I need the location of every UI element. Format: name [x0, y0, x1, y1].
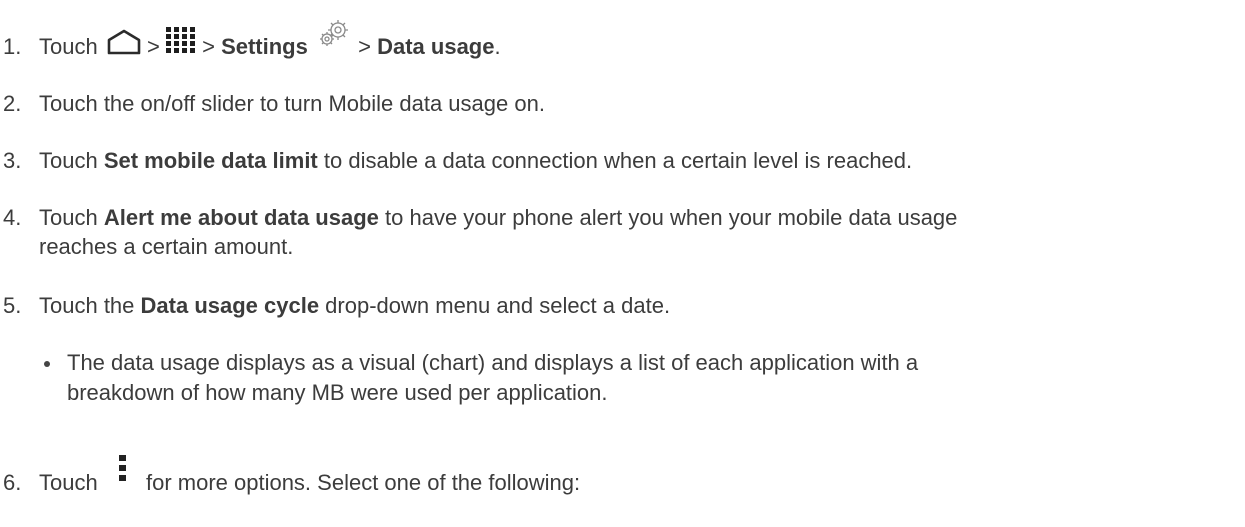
- step-4-line2: reaches a certain amount.: [39, 234, 294, 259]
- settings-label: Settings: [221, 34, 308, 59]
- step-1-sep2: >: [202, 34, 215, 59]
- step-number: 1.: [3, 34, 22, 59]
- alert-me-label: Alert me about data usage: [103, 205, 379, 230]
- overflow-menu-icon: [118, 453, 128, 490]
- step-4-post: to have your phone alert you when your m…: [378, 205, 958, 230]
- step-5-pre: Touch the: [39, 293, 141, 318]
- step-3-post: to disable a data connection when a cert…: [317, 148, 913, 173]
- home-icon: [107, 29, 141, 62]
- step-1-sep1: >: [146, 34, 160, 59]
- step-number: 5.: [3, 293, 22, 318]
- step-6-post: for more options. Select one of the foll…: [145, 470, 581, 495]
- step-5-post: drop-down menu and select a date.: [319, 293, 671, 318]
- bullet-line1: The data usage displays as a visual (cha…: [67, 350, 919, 375]
- step-text: Touch Alert me about data usage to have …: [39, 204, 957, 232]
- data-usage-cycle-label: Data usage cycle: [140, 293, 320, 318]
- step-3-pre: Touch: [39, 148, 104, 173]
- step-text: Touch Set mobile data limit to disable a…: [39, 147, 912, 175]
- step-1-sep3: >: [358, 34, 371, 59]
- bullet-dot-icon: [44, 361, 50, 367]
- step-text: Touch the Data usage cycle drop-down men…: [39, 292, 670, 320]
- step-text: Touch the on/off slider to turn Mobile d…: [39, 91, 545, 116]
- step-number: 4.: [3, 205, 22, 230]
- step-number: 2.: [3, 91, 22, 116]
- step-1-pre: Touch: [39, 34, 98, 59]
- step-text: Touch for more options. Select one of th…: [39, 454, 581, 497]
- step-number: 3.: [3, 148, 22, 173]
- step-1-end: .: [494, 34, 501, 59]
- settings-gear-icon: [318, 19, 352, 56]
- bullet-line2: breakdown of how many MB were used per a…: [67, 380, 608, 405]
- set-mobile-data-limit-label: Set mobile data limit: [103, 148, 318, 173]
- step-6-pre: Touch: [39, 470, 98, 495]
- data-usage-label: Data usage: [377, 34, 495, 59]
- apps-grid-icon: [165, 26, 196, 62]
- step-number: 6.: [3, 470, 22, 495]
- step-4-pre: Touch: [39, 205, 104, 230]
- step-text: Touch > > Settings > Data usage.: [39, 19, 501, 62]
